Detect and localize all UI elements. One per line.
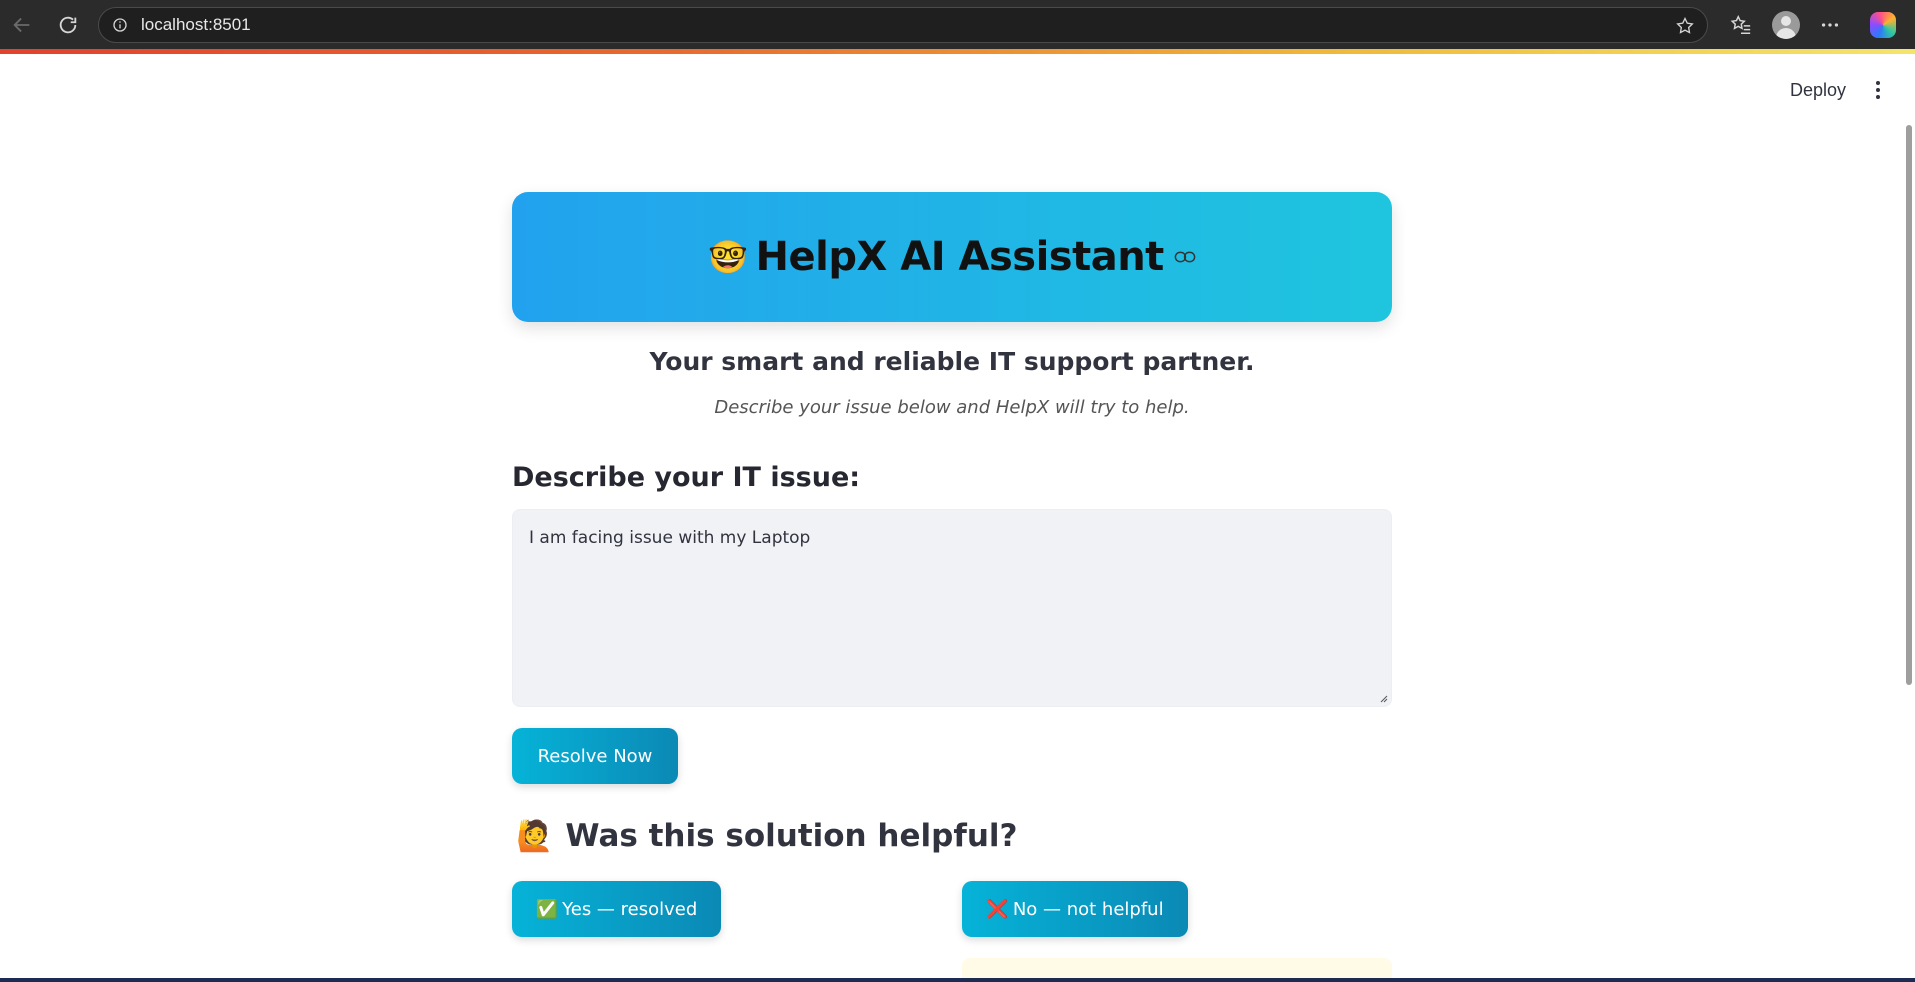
check-mark-icon: ✅ bbox=[535, 898, 559, 920]
no-not-helpful-label: No — not helpful bbox=[1012, 898, 1164, 920]
nerd-face-icon: 🤓 bbox=[708, 238, 748, 276]
address-bar[interactable]: localhost:8501 bbox=[98, 7, 1708, 43]
app-accent-bar bbox=[0, 49, 1915, 54]
issue-textarea[interactable]: I am facing issue with my Laptop bbox=[512, 509, 1392, 707]
scrollbar[interactable] bbox=[1906, 125, 1912, 685]
feedback-heading-text: Was this solution helpful? bbox=[565, 818, 1018, 854]
favorites-icon[interactable] bbox=[1726, 10, 1756, 40]
yes-resolved-button[interactable]: ✅ Yes — resolved bbox=[512, 881, 721, 937]
back-icon[interactable] bbox=[6, 9, 38, 41]
star-icon[interactable] bbox=[1675, 16, 1695, 40]
anchor-link-icon[interactable] bbox=[1174, 250, 1196, 264]
copilot-icon[interactable] bbox=[1868, 10, 1898, 40]
page-title-text: HelpX AI Assistant bbox=[755, 234, 1165, 280]
cross-mark-icon: ❌ bbox=[986, 898, 1009, 920]
profile-icon[interactable] bbox=[1771, 10, 1801, 40]
resize-handle-icon[interactable] bbox=[1378, 693, 1388, 703]
browser-toolbar: localhost:8501 bbox=[0, 0, 1915, 52]
resolve-now-button[interactable]: Resolve Now bbox=[512, 728, 678, 784]
main-menu-icon[interactable] bbox=[1868, 78, 1888, 102]
page-title: 🤓 HelpX AI Assistant bbox=[708, 234, 1196, 280]
info-icon[interactable] bbox=[111, 16, 129, 34]
hero-banner: 🤓 HelpX AI Assistant bbox=[512, 192, 1392, 322]
deploy-button[interactable]: Deploy bbox=[1790, 80, 1846, 101]
tagline: Describe your issue below and HelpX will… bbox=[714, 397, 1190, 418]
yes-resolved-label: Yes — resolved bbox=[562, 898, 698, 920]
reload-icon[interactable] bbox=[52, 9, 84, 41]
raising-hand-icon: 🙋 bbox=[516, 818, 554, 854]
taskbar-edge bbox=[0, 978, 1915, 982]
subtitle: Your smart and reliable IT support partn… bbox=[649, 347, 1255, 376]
issue-label: Describe your IT issue: bbox=[512, 462, 861, 493]
more-icon[interactable] bbox=[1815, 10, 1845, 40]
url-text: localhost:8501 bbox=[141, 15, 251, 34]
no-not-helpful-button[interactable]: ❌ No — not helpful bbox=[962, 881, 1188, 937]
feedback-heading: 🙋 Was this solution helpful? bbox=[516, 818, 1018, 854]
